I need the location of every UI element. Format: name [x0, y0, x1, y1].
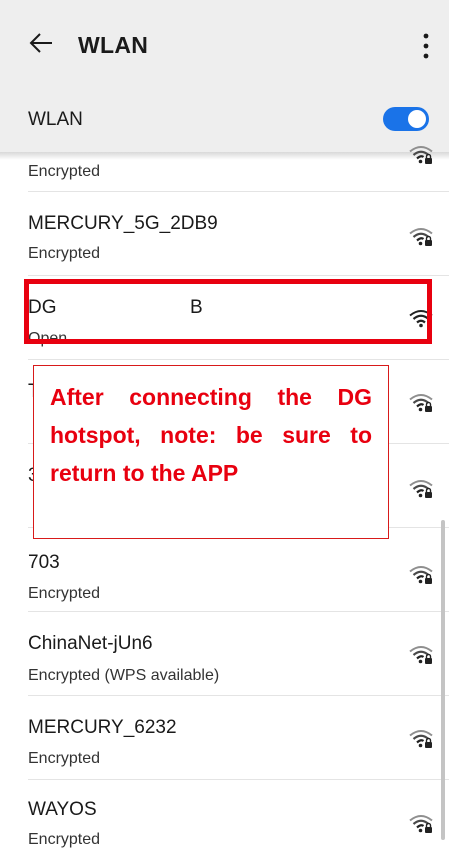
network-name: MERCURY_6232	[28, 717, 177, 738]
scrollbar[interactable]	[441, 520, 445, 840]
wifi-locked-icon	[409, 478, 433, 498]
network-item[interactable]: WAYOS Encrypted	[0, 780, 449, 857]
network-status: Encrypted	[28, 163, 101, 180]
wlan-toggle-row: WLAN	[0, 84, 449, 152]
toggle-knob	[408, 110, 426, 128]
back-arrow-icon[interactable]	[28, 30, 54, 56]
wifi-locked-icon	[409, 728, 433, 748]
network-status: Encrypted	[28, 831, 101, 848]
wifi-locked-icon	[409, 564, 433, 584]
network-status: Encrypted	[28, 750, 101, 767]
highlight-box	[24, 279, 432, 344]
wifi-locked-icon	[409, 392, 433, 412]
wlan-toggle-switch[interactable]	[383, 107, 429, 131]
network-name: WAYOS	[28, 799, 97, 820]
wifi-locked-icon	[409, 644, 433, 664]
wifi-locked-icon	[409, 813, 433, 833]
annotation-callout: After connecting the DG hotspot, note: b…	[33, 365, 389, 539]
page-title: WLAN	[78, 32, 149, 58]
wifi-locked-icon	[409, 226, 433, 246]
network-item[interactable]: MERCURY_5G_2DB9 Encrypted	[0, 192, 449, 276]
network-status: Encrypted (WPS available)	[28, 667, 220, 684]
wlan-toggle-label: WLAN	[28, 109, 83, 130]
network-item[interactable]: MERCURY_6232 Encrypted	[0, 696, 449, 780]
network-name: 703	[28, 552, 60, 573]
app-bar: WLAN	[0, 0, 449, 84]
more-options-icon[interactable]	[418, 30, 434, 62]
network-name: MERCURY_5G_2DB9	[28, 213, 218, 234]
network-name: ChinaNet-jUn6	[28, 633, 153, 654]
network-item[interactable]: Encrypted	[0, 152, 449, 192]
network-status: Encrypted	[28, 585, 101, 602]
network-item[interactable]: ChinaNet-jUn6 Encrypted (WPS available)	[0, 612, 449, 696]
network-item[interactable]: 703 Encrypted	[0, 528, 449, 612]
network-status: Encrypted	[28, 245, 101, 262]
wifi-locked-icon	[409, 144, 433, 164]
